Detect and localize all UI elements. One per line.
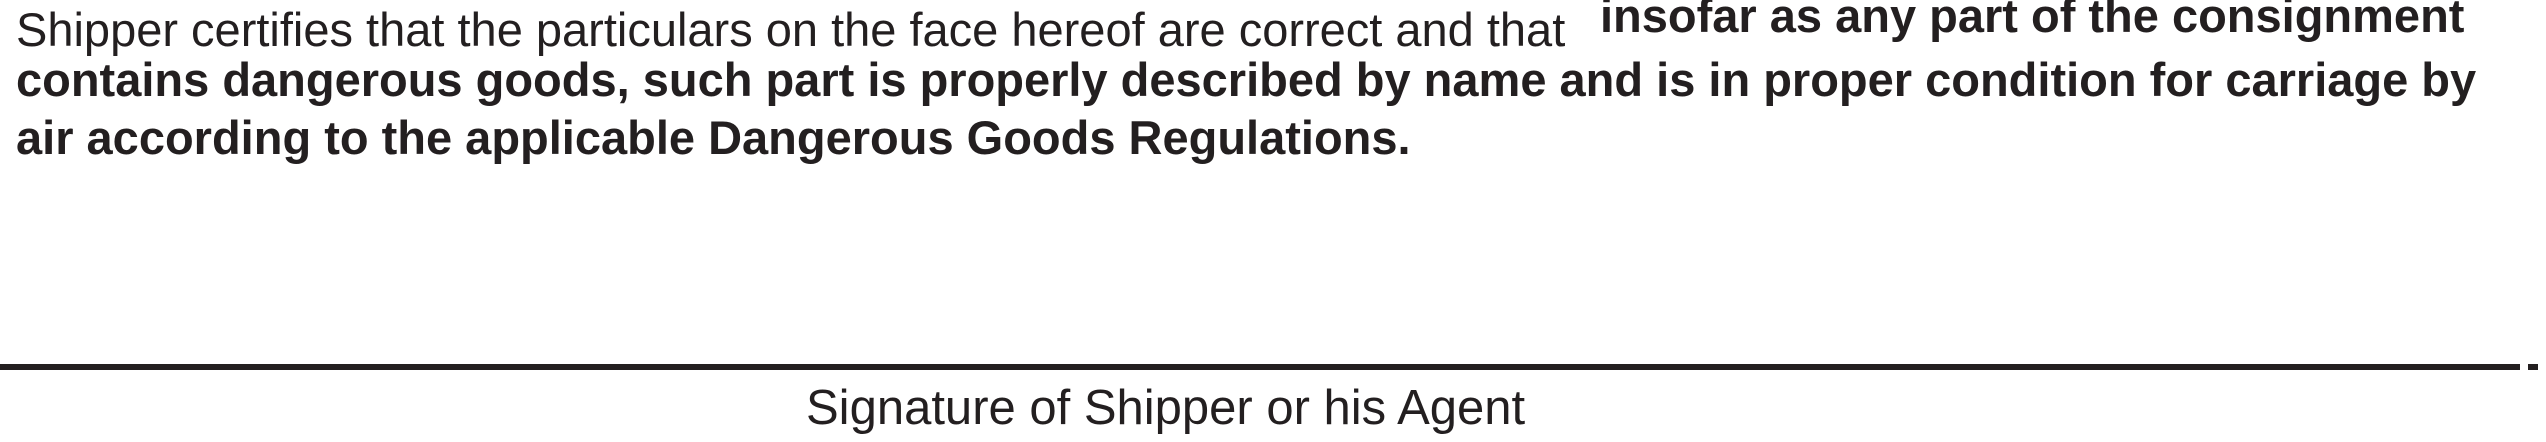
certification-line-1-normal: Shipper certifies that the particulars o… bbox=[16, 3, 1566, 56]
certification-line-1-bold: insofar as any part of the consignment bbox=[1600, 0, 2465, 42]
signature-line bbox=[0, 364, 2520, 370]
certification-line-2: contains dangerous goods, such part is p… bbox=[16, 53, 2477, 106]
certification-line-3: air according to the applicable Dangerou… bbox=[16, 111, 1411, 164]
certification-line-1: Shipper certifies that the particulars o… bbox=[16, 2, 1565, 58]
shipper-certification-text: Shipper certifies that the particulars o… bbox=[0, 0, 2546, 200]
signature-line-end-mark bbox=[2528, 364, 2538, 370]
signature-label: Signature of Shipper or his Agent bbox=[806, 381, 1526, 435]
